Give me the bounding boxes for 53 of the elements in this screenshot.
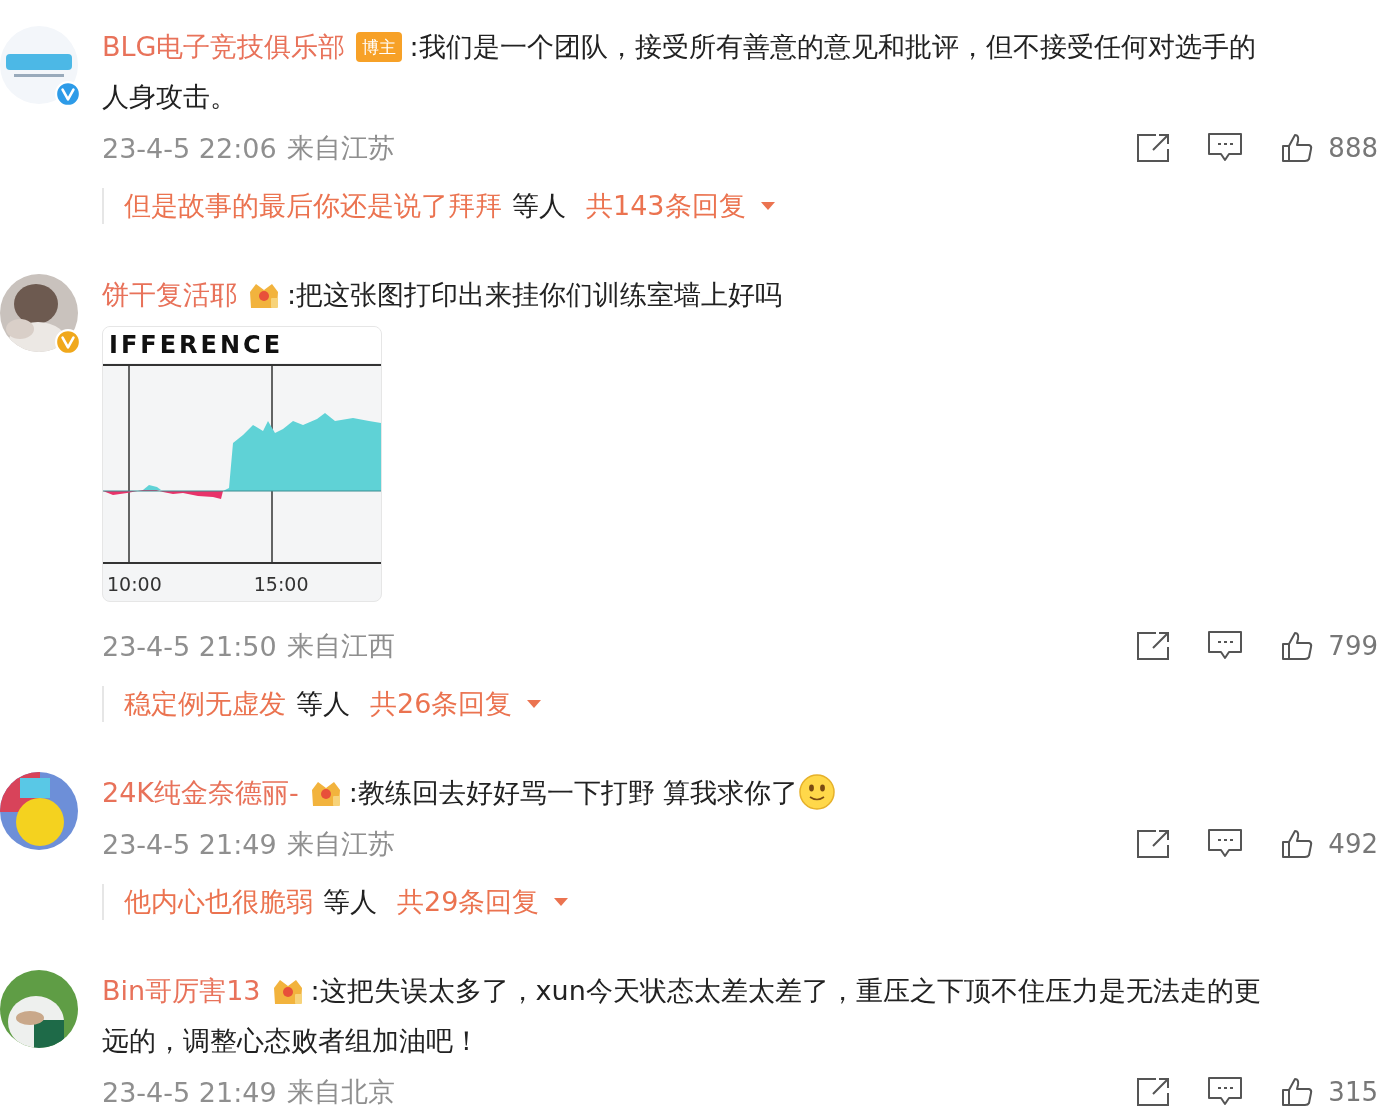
share-icon[interactable]	[1136, 631, 1171, 661]
reply-summary: 等人	[512, 189, 566, 223]
comment-icon[interactable]	[1208, 631, 1243, 661]
thumbs-up-icon	[1280, 1077, 1315, 1107]
user-name[interactable]: 24K纯金奈德丽-	[102, 777, 299, 808]
comment-time: 23-4-5 21:49	[102, 1076, 277, 1108]
reply-count-link[interactable]: 共29条回复	[397, 884, 570, 920]
like-button[interactable]: 888	[1280, 133, 1378, 163]
thumbs-up-icon	[1280, 829, 1315, 859]
comment-time: 23-4-5 21:49	[102, 828, 277, 860]
reply-user[interactable]: 稳定例无虚发	[124, 686, 286, 722]
comment-time: 23-4-5 22:06	[102, 132, 277, 164]
user-name[interactable]: BLG电子竞技俱乐部	[102, 31, 346, 62]
axis-label: 15:00	[253, 573, 309, 595]
comment-text: :把这张图打印出来挂你们训练室墙上好吗	[287, 279, 783, 310]
caret-icon	[526, 699, 543, 709]
thumbs-up-icon	[1280, 631, 1315, 661]
chart-title: IFFERENCE	[103, 327, 381, 363]
comment-location: 来自北京	[286, 1075, 395, 1109]
axis-label: 10:00	[107, 573, 162, 595]
user-name[interactable]: 饼干复活耶	[102, 279, 237, 310]
reply-user[interactable]: 但是故事的最后你还是说了拜拜	[124, 188, 502, 224]
caret-icon	[553, 897, 570, 907]
like-button[interactable]: 799	[1280, 631, 1378, 661]
like-button[interactable]: 492	[1280, 829, 1378, 859]
thumbs-up-icon	[1280, 133, 1315, 163]
comment-text: 人身攻击。	[102, 81, 237, 112]
reply-summary: 等人	[323, 885, 377, 919]
comment-location: 来自江苏	[286, 131, 395, 165]
reply-summary: 等人	[296, 687, 350, 721]
caret-icon	[759, 201, 776, 211]
like-button[interactable]: 315	[1280, 1077, 1378, 1107]
verified-icon	[55, 81, 81, 107]
comment-text: :教练回去好好骂一下打野 算我求你了	[348, 777, 799, 808]
comment-location: 来自江苏	[286, 827, 395, 861]
comment-text: 远的，调整心态败者组加油吧！	[102, 1025, 480, 1056]
chart-image[interactable]: IFFERENCE 10:00 15:00	[102, 326, 382, 602]
comment-text: :我们是一个团队，接受所有善意的意见和批评，但不接受任何对选手的	[409, 31, 1256, 62]
user-name[interactable]: Bin哥厉害13	[102, 975, 261, 1006]
share-icon[interactable]	[1136, 829, 1171, 859]
comment-icon[interactable]	[1208, 1077, 1243, 1107]
reply-count-link[interactable]: 共143条回复	[586, 188, 776, 224]
comment-icon[interactable]	[1208, 829, 1243, 859]
share-icon[interactable]	[1136, 1077, 1171, 1107]
verified-icon	[55, 329, 81, 355]
reply-count-link[interactable]: 共26条回复	[370, 686, 543, 722]
comment-text: :这把失误太多了，xun今天状态太差太差了，重压之下顶不住压力是无法走的更	[310, 975, 1261, 1006]
share-icon[interactable]	[1136, 133, 1171, 163]
comment-location: 来自江西	[286, 629, 395, 663]
comment-time: 23-4-5 21:50	[102, 630, 277, 662]
reply-user[interactable]: 他内心也很脆弱	[124, 884, 313, 920]
comment-icon[interactable]	[1208, 133, 1243, 163]
blogger-tag: 博主	[355, 32, 402, 62]
